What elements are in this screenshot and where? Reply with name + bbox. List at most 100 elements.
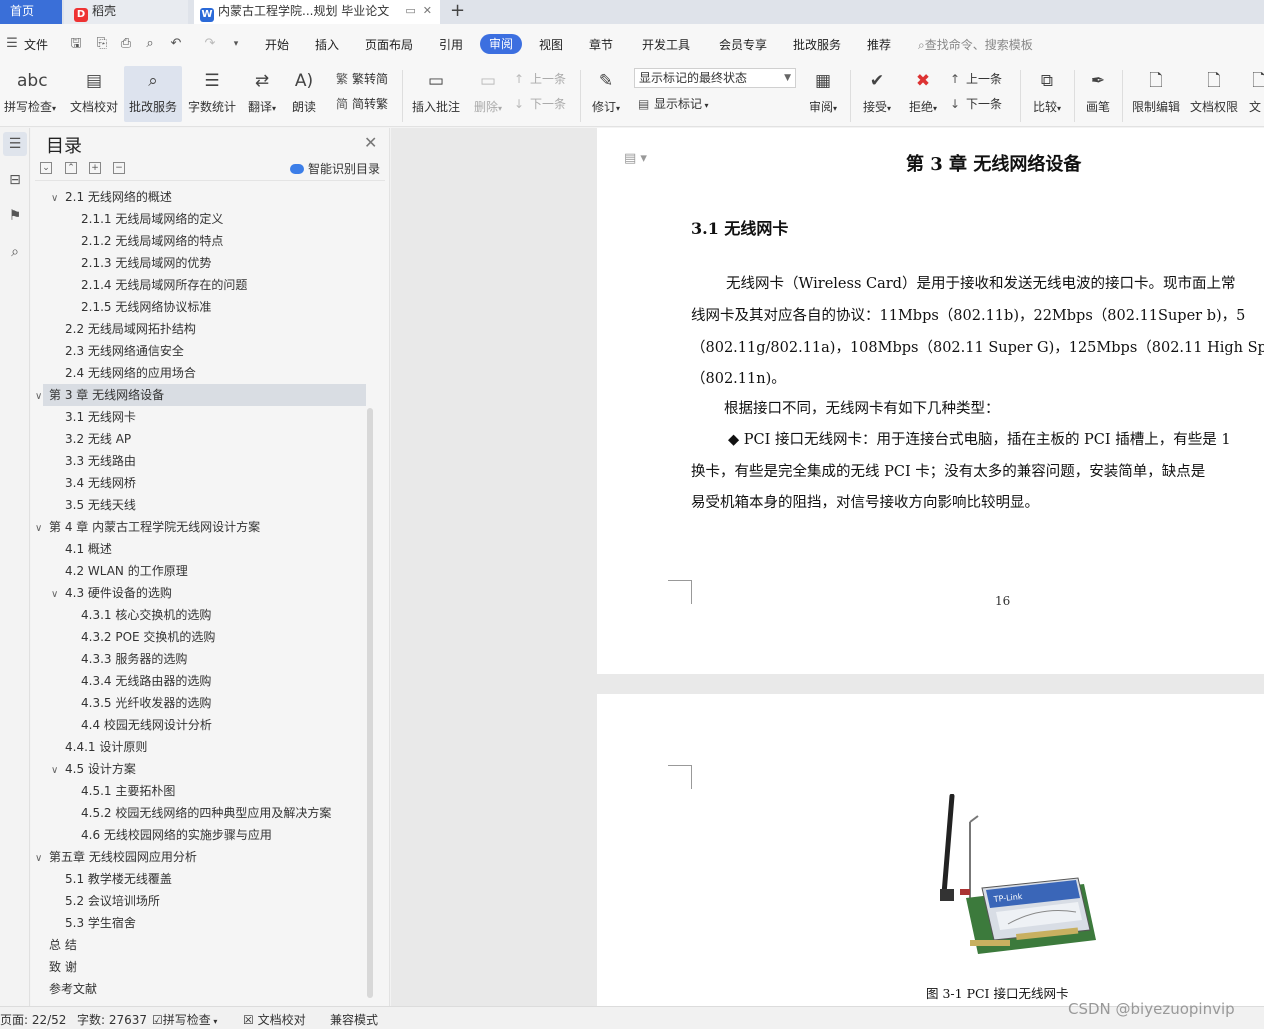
status-spell-check[interactable]: ☑拼写检查 ▾ <box>152 1011 217 1028</box>
chevron-down-icon[interactable]: ∨ <box>51 584 65 606</box>
toc-item[interactable]: 5.1 教学楼无线覆盖 <box>65 868 172 890</box>
toc-item[interactable]: 4.5.2 校园无线网络的四种典型应用及解决方案 <box>81 802 331 824</box>
toc-item[interactable]: 2.1.2 无线局域网络的特点 <box>81 230 223 252</box>
toc-item[interactable]: 4.3.2 POE 交换机的选购 <box>81 626 215 648</box>
toc-item[interactable]: ∨ 4.3 硬件设备的选购 <box>51 582 172 604</box>
print-preview-icon[interactable]: ⌕ <box>142 36 158 52</box>
toc-item[interactable]: 4.4.1 设计原则 <box>65 736 147 758</box>
menu-developer[interactable]: 开发工具 <box>642 36 690 53</box>
read-aloud-button[interactable]: A) 朗读 <box>286 66 322 122</box>
toc-item[interactable]: 2.2 无线局域网拓扑结构 <box>65 318 196 340</box>
menu-view[interactable]: 视图 <box>539 36 563 53</box>
chevron-down-icon[interactable]: ∨ <box>51 760 65 782</box>
toc-item[interactable]: 4.6 无线校园网络的实施步骤与应用 <box>81 824 272 846</box>
toc-item[interactable]: ∨ 2.1 无线网络的概述 <box>51 186 172 208</box>
prev-change-button[interactable]: ↑ 上一条 <box>950 70 1002 88</box>
chevron-down-icon[interactable]: ∨ <box>35 386 49 408</box>
restrict-editing-button[interactable]: 🗋 限制编辑 <box>1128 66 1184 122</box>
doc-check-button[interactable]: ▤ 文档校对 <box>66 66 122 122</box>
tab-daoke[interactable]: D 稻壳 <box>64 0 188 24</box>
tab-close-icon[interactable]: ✕ <box>423 4 432 17</box>
nav-pane-icon[interactable]: ⊟ <box>3 168 27 192</box>
doc-permission-button[interactable]: 🗋 文档权限 <box>1188 66 1240 122</box>
chevron-down-icon[interactable]: ∨ <box>35 848 49 870</box>
page-options-icon[interactable]: ▤ ▾ <box>624 151 647 166</box>
search-icon[interactable]: ⌕ <box>3 240 27 264</box>
expand-up-icon[interactable]: ⌃ <box>65 162 77 174</box>
tab-home[interactable]: 首页 <box>0 0 62 24</box>
reject-button[interactable]: ✖ 拒绝▾ <box>902 66 944 122</box>
toc-item[interactable]: 2.1.3 无线局域网的优势 <box>81 252 211 274</box>
print-icon[interactable]: ⎙ <box>118 36 134 52</box>
spell-check-button[interactable]: abc 拼写检查▾ <box>0 66 60 122</box>
word-count-button[interactable]: ☰ 字数统计 <box>186 66 238 122</box>
more-button[interactable]: 🗋 文 <box>1246 66 1264 122</box>
toc-item[interactable]: 3.1 无线网卡 <box>65 406 136 428</box>
toc-item[interactable]: 参考文献 <box>49 978 97 1000</box>
toc-item[interactable]: 4.3.4 无线路由器的选购 <box>81 670 211 692</box>
toc-panel-icon[interactable]: ☰ <box>3 132 27 156</box>
menu-member[interactable]: 会员专享 <box>719 36 767 53</box>
toc-item[interactable]: 4.5.1 主要拓朴图 <box>81 780 175 802</box>
collapse-all-icon[interactable]: ⌄ <box>40 162 52 174</box>
toc-item[interactable]: 5.2 会议培训场所 <box>65 890 160 912</box>
toc-item[interactable]: ∨ 第 4 章 内蒙古工程学院无线网设计方案 <box>35 516 260 538</box>
to-simplified-button[interactable]: 繁繁转简 <box>336 70 388 88</box>
toc-item[interactable]: 4.3.5 光纤收发器的选购 <box>81 692 211 714</box>
chevron-down-icon[interactable]: ∨ <box>35 518 49 540</box>
close-icon[interactable]: ✕ <box>364 133 377 152</box>
markup-display-select[interactable]: 显示标记的最终状态 ▼ <box>634 68 796 88</box>
toc-item[interactable]: ∨ 第五章 无线校园网应用分析 <box>35 846 197 868</box>
toc-item[interactable]: ∨ 第 3 章 无线网络设备 <box>35 384 164 406</box>
pen-button[interactable]: ✒ 画笔 <box>1080 66 1116 122</box>
remove-heading-icon[interactable]: − <box>113 162 125 174</box>
accept-button[interactable]: ✔ 接受▾ <box>856 66 898 122</box>
page-indicator[interactable]: 页面: 22/52 <box>0 1011 66 1028</box>
status-doc-check[interactable]: ☒ 文档校对 <box>243 1011 306 1028</box>
bookmark-icon[interactable]: ⚑ <box>3 204 27 228</box>
export-pdf-icon[interactable]: ⎘ <box>94 36 110 52</box>
next-comment-button[interactable]: ↓ 下一条 <box>514 95 566 113</box>
translate-button[interactable]: ⇄ 翻译▾ <box>242 66 282 122</box>
show-markup-button[interactable]: ▤ 显示标记 ▾ <box>638 95 709 113</box>
prev-comment-button[interactable]: ↑ 上一条 <box>514 70 566 88</box>
delete-comment-button[interactable]: ▭ 删除▾ <box>468 66 508 122</box>
menu-page-layout[interactable]: 页面布局 <box>365 36 413 53</box>
save-icon[interactable]: 🖫 <box>68 36 84 52</box>
toc-item[interactable]: 3.3 无线路由 <box>65 450 136 472</box>
to-traditional-button[interactable]: 简简转繁 <box>336 95 388 113</box>
menu-file[interactable]: 文件 <box>24 36 48 53</box>
correct-service-button[interactable]: ⌕ 批改服务 <box>124 66 182 122</box>
menu-review[interactable]: 审阅 <box>480 34 523 54</box>
compare-button[interactable]: ⧉ 比较▾ <box>1026 66 1068 122</box>
toc-item[interactable]: ∨ 4.5 设计方案 <box>51 758 136 780</box>
toc-item[interactable]: 5.3 学生宿舍 <box>65 912 136 934</box>
toc-item[interactable]: 3.5 无线天线 <box>65 494 136 516</box>
toc-item[interactable]: 2.4 无线网络的应用场合 <box>65 362 196 384</box>
toc-item[interactable]: 4.1 概述 <box>65 538 112 560</box>
toc-scrollbar[interactable] <box>367 408 373 998</box>
new-tab-button[interactable]: + <box>450 0 465 22</box>
undo-icon[interactable]: ↶ <box>168 36 184 52</box>
menu-start[interactable]: 开始 <box>265 36 289 53</box>
toc-item[interactable]: 4.4 校园无线网设计分析 <box>81 714 212 736</box>
track-changes-button[interactable]: ✎ 修订▾ <box>586 66 626 122</box>
command-search[interactable]: ⌕查找命令、搜索模板 <box>918 36 1033 53</box>
add-heading-icon[interactable]: + <box>89 162 101 174</box>
menu-recommend[interactable]: 推荐 <box>867 36 891 53</box>
toc-item[interactable]: 2.1.4 无线局域网所存在的问题 <box>81 274 247 296</box>
document-canvas[interactable] <box>391 128 1264 1006</box>
toc-item[interactable]: 4.2 WLAN 的工作原理 <box>65 560 188 582</box>
review-pane-button[interactable]: ▦ 审阅▾ <box>802 66 844 122</box>
menu-insert[interactable]: 插入 <box>315 36 339 53</box>
toc-item[interactable]: 2.1.1 无线局域网络的定义 <box>81 208 223 230</box>
menu-chapter[interactable]: 章节 <box>589 36 613 53</box>
menu-correct-service[interactable]: 批改服务 <box>793 36 841 53</box>
toc-item[interactable]: 2.1.5 无线网络协议标准 <box>81 296 211 318</box>
insert-comment-button[interactable]: ▭ 插入批注 <box>408 66 464 122</box>
toc-item[interactable]: 4.3.1 核心交换机的选购 <box>81 604 211 626</box>
toc-item[interactable]: 4.3.3 服务器的选购 <box>81 648 187 670</box>
toc-item[interactable]: 2.3 无线网络通信安全 <box>65 340 184 362</box>
smart-toc-button[interactable]: 智能识别目录 <box>290 160 380 177</box>
next-change-button[interactable]: ↓ 下一条 <box>950 95 1002 113</box>
